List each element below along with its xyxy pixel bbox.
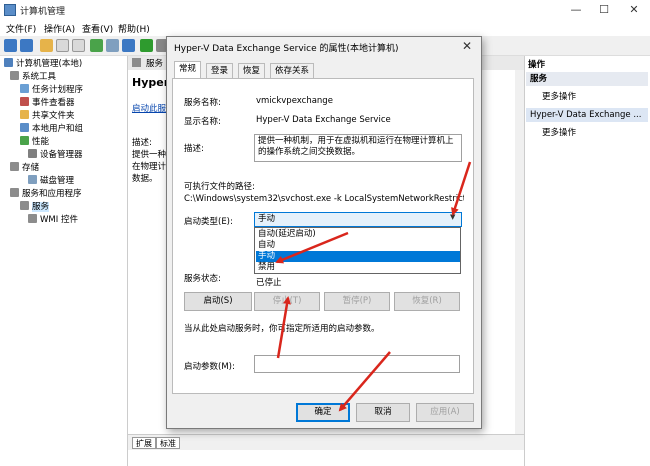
tab-recovery[interactable]: 恢复 bbox=[238, 63, 266, 78]
option-auto-delayed[interactable]: 自动(延迟启动) bbox=[256, 229, 460, 240]
wmi-icon bbox=[28, 214, 37, 223]
disk-icon bbox=[28, 175, 37, 184]
stop-button[interactable]: 停止(T) bbox=[254, 292, 320, 311]
window-title: 计算机管理 bbox=[20, 7, 66, 17]
tree-item-storage[interactable]: 存储 bbox=[10, 162, 39, 174]
menu-file[interactable]: 文件(F) bbox=[6, 22, 36, 35]
menu-view[interactable]: 查看(V) bbox=[82, 22, 113, 35]
more-actions-1[interactable]: 更多操作 bbox=[542, 90, 576, 102]
actions-section-hyperv[interactable]: Hyper-V Data Exchange ... bbox=[526, 108, 648, 122]
device-icon bbox=[28, 149, 37, 158]
pause-button[interactable]: 暂停(P) bbox=[324, 292, 390, 311]
tree-item-local-users[interactable]: 本地用户和组 bbox=[20, 123, 83, 135]
option-manual[interactable]: 手动 bbox=[256, 251, 460, 262]
menu-action[interactable]: 操作(A) bbox=[44, 22, 75, 35]
status-value: 已停止 bbox=[256, 278, 282, 288]
help-icon[interactable] bbox=[122, 39, 135, 52]
view-tabbar bbox=[128, 434, 524, 450]
tree-item-disk-management[interactable]: 磁盘管理 bbox=[28, 175, 74, 187]
option-auto[interactable]: 自动 bbox=[256, 240, 460, 251]
services-scrollbar[interactable] bbox=[515, 70, 524, 434]
show-tree-icon[interactable] bbox=[56, 39, 69, 52]
tree-item-shared-folders[interactable]: 共享文件夹 bbox=[20, 110, 75, 122]
properties-icon[interactable] bbox=[72, 39, 85, 52]
tab-logon[interactable]: 登录 bbox=[206, 63, 234, 78]
actions-header: 操作 bbox=[528, 60, 546, 70]
maximize-button[interactable]: ☐ bbox=[590, 0, 618, 20]
exe-path-value: C:\Windows\system32\svchost.exe -k Local… bbox=[184, 194, 464, 204]
startup-type-dropdown: 自动(延迟启动) 自动 手动 禁用 bbox=[254, 227, 461, 274]
start-button[interactable]: 启动(S) bbox=[184, 292, 252, 311]
tree-item-wmi[interactable]: WMI 控件 bbox=[28, 214, 78, 226]
refresh-icon[interactable] bbox=[90, 39, 103, 52]
tree-item-event-viewer[interactable]: 事件查看器 bbox=[20, 97, 75, 109]
tab-extended[interactable]: 扩展 bbox=[132, 437, 156, 449]
export-icon[interactable] bbox=[106, 39, 119, 52]
dialog-title: Hyper-V Data Exchange Service 的属性(本地计算机) bbox=[174, 44, 399, 54]
tree-item-task-scheduler[interactable]: 任务计划程序 bbox=[20, 84, 83, 96]
dialog-close-button[interactable]: ✕ bbox=[462, 39, 472, 53]
back-icon[interactable] bbox=[4, 39, 17, 52]
desc-line-3: 数据。 bbox=[132, 174, 158, 184]
params-hint: 当从此处启动服务时，你可指定所适用的启动参数。 bbox=[184, 324, 380, 334]
tree-item-system-tools[interactable]: 系统工具 bbox=[10, 71, 56, 83]
ok-button[interactable]: 确定 bbox=[296, 403, 350, 422]
tab-general[interactable]: 常规 bbox=[174, 61, 202, 78]
minimize-button[interactable]: — bbox=[562, 0, 590, 20]
tree-item-services[interactable]: 服务 bbox=[20, 201, 50, 213]
clock-icon bbox=[20, 84, 29, 93]
gear-icon bbox=[132, 58, 141, 67]
play-icon[interactable] bbox=[140, 39, 153, 52]
tree-item-computer-management[interactable]: 计算机管理(本地) bbox=[4, 58, 82, 70]
computer-icon bbox=[4, 58, 13, 67]
tab-dependencies[interactable]: 依存关系 bbox=[270, 63, 315, 78]
actions-section-services[interactable]: 服务 bbox=[526, 72, 648, 86]
startup-type-select[interactable]: 手动 bbox=[254, 212, 462, 227]
params-label: 启动参数(M): bbox=[184, 362, 235, 372]
exe-path-label: 可执行文件的路径: bbox=[184, 182, 255, 192]
description-box: 提供一种机制，用于在虚拟机和运行在物理计算机上的操作系统之间交换数据。 bbox=[254, 134, 462, 162]
services-apps-icon bbox=[10, 188, 19, 197]
menu-help[interactable]: 帮助(H) bbox=[118, 22, 150, 35]
storage-icon bbox=[10, 162, 19, 171]
tree-item-performance[interactable]: 性能 bbox=[20, 136, 49, 148]
performance-icon bbox=[20, 136, 29, 145]
users-icon bbox=[20, 123, 29, 132]
gear-icon bbox=[20, 201, 29, 210]
display-name-label: 显示名称: bbox=[184, 117, 221, 127]
service-name-label: 服务名称: bbox=[184, 98, 221, 108]
startup-type-label: 启动类型(E): bbox=[184, 217, 233, 227]
chevron-down-icon[interactable]: ▼ bbox=[450, 213, 455, 221]
description-label: 描述: bbox=[184, 144, 204, 154]
tab-standard[interactable]: 标准 bbox=[156, 437, 180, 449]
forward-icon[interactable] bbox=[20, 39, 33, 52]
services-header-label: 服务 bbox=[146, 59, 164, 69]
resume-button[interactable]: 恢复(R) bbox=[394, 292, 460, 311]
close-button[interactable]: ✕ bbox=[620, 0, 648, 20]
desc-label: 描述: bbox=[132, 138, 152, 148]
tree-item-services-apps[interactable]: 服务和应用程序 bbox=[10, 188, 82, 200]
window-titlebar bbox=[0, 0, 650, 20]
status-label: 服务状态: bbox=[184, 274, 221, 284]
folder-icon bbox=[20, 110, 29, 119]
apply-button[interactable]: 应用(A) bbox=[416, 403, 474, 422]
display-name-value: Hyper-V Data Exchange Service bbox=[256, 115, 391, 125]
up-folder-icon[interactable] bbox=[40, 39, 53, 52]
computer-management-icon bbox=[4, 4, 16, 16]
more-actions-2[interactable]: 更多操作 bbox=[542, 126, 576, 138]
cancel-button[interactable]: 取消 bbox=[356, 403, 410, 422]
tree-item-device-manager[interactable]: 设备管理器 bbox=[28, 149, 83, 161]
service-name-value: vmickvpexchange bbox=[256, 96, 333, 106]
tools-icon bbox=[10, 71, 19, 80]
params-input[interactable] bbox=[254, 355, 460, 373]
option-disabled[interactable]: 禁用 bbox=[256, 262, 460, 273]
navigation-tree: 计算机管理(本地) 系统工具 任务计划程序 事件查看器 共享文件夹 本地用户和组… bbox=[0, 56, 128, 466]
event-icon bbox=[20, 97, 29, 106]
